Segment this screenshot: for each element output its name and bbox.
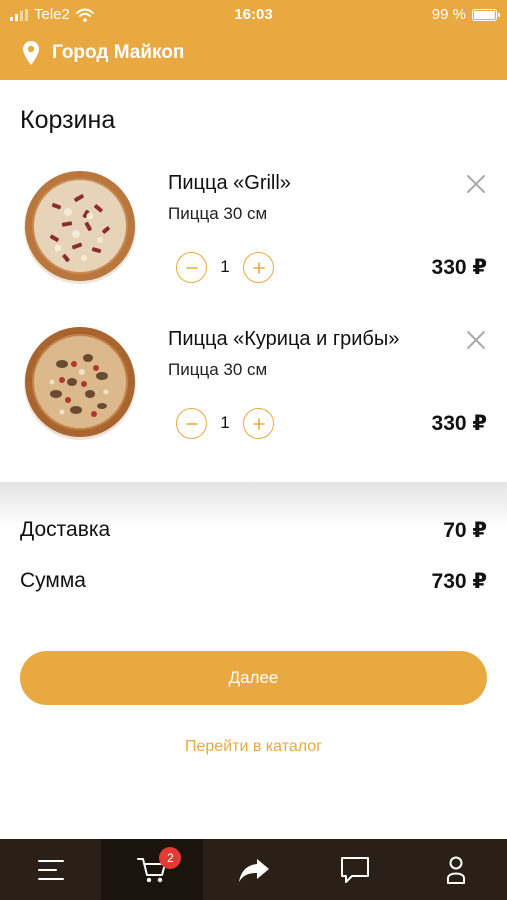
total-row: Сумма 730 ₽ <box>20 569 487 599</box>
cart-badge: 2 <box>159 847 182 869</box>
minus-icon <box>185 266 198 269</box>
next-button[interactable]: Далее <box>20 651 487 705</box>
chat-icon <box>340 856 369 883</box>
decrease-quantity-button[interactable] <box>176 252 207 283</box>
increase-quantity-button[interactable] <box>243 408 274 439</box>
item-size: Пицца 30 см <box>168 204 268 223</box>
item-price: 330 ₽ <box>431 256 487 279</box>
total-label: Сумма <box>20 569 86 592</box>
decrease-quantity-button[interactable] <box>176 408 207 439</box>
item-name: Пицца «Grill» <box>168 172 291 194</box>
menu-icon <box>37 859 64 880</box>
item-name: Пицца «Курица и грибы» <box>168 328 400 350</box>
location-pin-icon <box>23 41 39 65</box>
tab-share[interactable] <box>203 839 304 900</box>
pizza-image <box>24 327 136 440</box>
tab-chat[interactable] <box>304 839 405 900</box>
profile-icon <box>447 856 466 884</box>
minus-icon <box>185 422 198 425</box>
tab-bar: 2 <box>0 839 507 900</box>
page-title: Корзина <box>20 106 116 134</box>
status-right: 99 % <box>431 6 500 23</box>
city-name: Город Майкоп <box>52 42 185 63</box>
plus-icon <box>252 417 265 430</box>
close-icon[interactable] <box>464 172 488 196</box>
pizza-image <box>24 171 136 284</box>
delivery-row: Доставка 70 ₽ <box>20 518 487 548</box>
battery-percent: 99 % <box>431 6 466 23</box>
tab-cart[interactable]: 2 <box>101 839 203 900</box>
app-header: Tele2 16:03 99 % Город Майкоп <box>0 0 507 80</box>
close-icon[interactable] <box>464 328 488 352</box>
cart-item: Пицца «Grill» Пицца 30 см 1 330 ₽ <box>0 168 507 308</box>
total-value: 730 ₽ <box>431 570 487 593</box>
plus-icon <box>252 261 265 274</box>
battery-icon <box>472 8 500 21</box>
delivery-value: 70 ₽ <box>443 519 487 542</box>
tab-profile[interactable] <box>406 839 507 900</box>
quantity-value: 1 <box>220 257 230 276</box>
tab-menu[interactable] <box>0 839 101 900</box>
city-selector[interactable]: Город Майкоп <box>22 38 184 68</box>
delivery-label: Доставка <box>20 518 111 541</box>
item-price: 330 ₽ <box>431 412 487 435</box>
share-icon <box>238 858 269 882</box>
status-bar: Tele2 16:03 99 % <box>0 0 507 30</box>
item-size: Пицца 30 см <box>168 360 268 379</box>
increase-quantity-button[interactable] <box>243 252 274 283</box>
cart-item: Пицца «Курица и грибы» Пицца 30 см 1 330… <box>0 324 507 464</box>
quantity-value: 1 <box>220 413 230 432</box>
catalog-link[interactable]: Перейти в каталог <box>0 738 507 756</box>
